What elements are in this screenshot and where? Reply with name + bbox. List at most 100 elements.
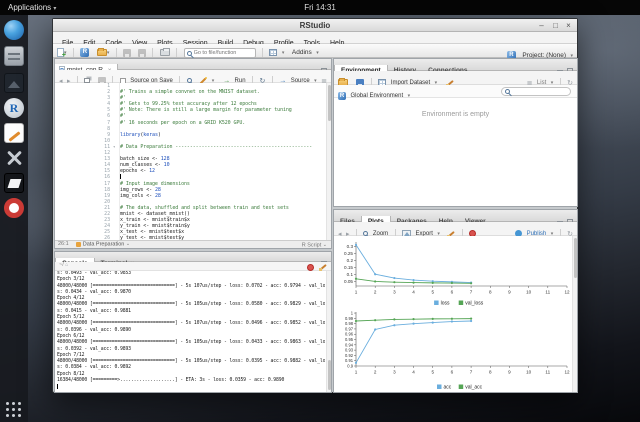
system-topbar: Applications ▾ Fri 14:31 xyxy=(0,0,640,15)
svg-text:9: 9 xyxy=(508,290,511,295)
r-app-icon[interactable]: R xyxy=(4,98,24,118)
console-pane: ConsoleTerminal× ~/ ⌂ s: 0.0493 - val_ac… xyxy=(54,251,332,393)
svg-text:2: 2 xyxy=(374,370,377,375)
menu-bar: FileEditCodeViewPlotsSessionBuildDebugPr… xyxy=(53,32,577,44)
svg-text:5: 5 xyxy=(431,370,434,375)
svg-text:3: 3 xyxy=(393,370,396,375)
editor-statusbar: 26:1 Data Preparation ⌄ R Script ⌄ xyxy=(55,240,331,248)
window-titlebar[interactable]: RStudio – □ × xyxy=(53,19,577,32)
chevron-down-icon[interactable]: ▾ xyxy=(107,50,110,56)
divider xyxy=(176,48,177,57)
svg-text:3: 3 xyxy=(393,290,396,295)
plots-tabbar: FilesPlotsPackagesHelpViewer xyxy=(334,210,577,222)
search-icon xyxy=(505,89,510,94)
svg-text:acc: acc xyxy=(444,385,452,391)
svg-text:0.97: 0.97 xyxy=(345,326,354,331)
environment-scope-row: R Global Environment ▾ xyxy=(334,85,577,98)
text-editor-icon[interactable] xyxy=(4,123,24,143)
goto-file-function-input[interactable] xyxy=(194,49,254,57)
console-output[interactable]: s: 0.0493 - val_acc: 0.9853Epoch 3/12480… xyxy=(57,271,325,390)
plot-display-area: 0.050.10.150.20.250.3123456789101112loss… xyxy=(334,236,577,392)
image-viewer-icon[interactable] xyxy=(4,73,24,93)
svg-text:val_acc: val_acc xyxy=(465,385,482,391)
text-cursor xyxy=(120,174,121,179)
svg-text:0.98: 0.98 xyxy=(345,321,354,326)
svg-text:1: 1 xyxy=(355,290,358,295)
rstudio-window: RStudio – □ × FileEditCodeViewPlotsSessi… xyxy=(52,18,578,393)
svg-text:10: 10 xyxy=(526,370,532,375)
svg-text:8: 8 xyxy=(489,290,492,295)
tools-icon[interactable] xyxy=(4,148,24,168)
system-clock[interactable]: Fri 14:31 xyxy=(0,3,640,12)
open-folder-arrow-icon[interactable]: ⌂ xyxy=(65,262,68,268)
svg-text:7: 7 xyxy=(470,290,473,295)
section-icon xyxy=(76,242,81,247)
environment-tabbar: EnvironmentHistoryConnections xyxy=(334,59,577,71)
divider xyxy=(152,48,153,57)
global-env-icon: R xyxy=(338,92,346,100)
svg-text:11: 11 xyxy=(545,370,550,375)
svg-text:6: 6 xyxy=(451,290,454,295)
gutter-divider xyxy=(119,83,120,240)
chevron-down-icon[interactable]: ▾ xyxy=(408,93,411,99)
svg-text:1: 1 xyxy=(351,311,354,316)
lifebuoy-icon[interactable] xyxy=(4,198,24,218)
editor-toolbar: ◂ ▸ Source on Save ▾ → Run ↻ → Source ▾ … xyxy=(55,70,331,83)
svg-text:12: 12 xyxy=(564,370,570,375)
console-line: 48000/48000 [===========================… xyxy=(57,302,325,308)
chevron-down-icon[interactable]: ▾ xyxy=(282,50,285,56)
svg-text:0.99: 0.99 xyxy=(345,316,354,321)
print-icon[interactable] xyxy=(160,49,170,56)
clear-console-icon[interactable] xyxy=(319,263,327,271)
save-all-icon[interactable] xyxy=(138,49,146,57)
svg-text:val_loss: val_loss xyxy=(465,301,484,307)
goto-file-function-box[interactable] xyxy=(184,48,256,58)
addins-button[interactable]: Addins xyxy=(292,49,312,56)
svg-text:12: 12 xyxy=(564,290,570,295)
svg-text:0.9: 0.9 xyxy=(347,364,353,369)
save-icon[interactable] xyxy=(123,49,131,57)
environment-scope-selector[interactable]: Global Environment xyxy=(350,93,403,99)
plots-scrollbar[interactable] xyxy=(572,236,577,392)
interrupt-icon[interactable] xyxy=(307,264,314,271)
new-project-icon[interactable]: R xyxy=(80,48,89,57)
console-line: 48000/48000 [===========================… xyxy=(57,284,325,290)
divider xyxy=(262,48,263,57)
environment-search-box[interactable] xyxy=(501,87,571,96)
console-line: 48000/48000 [===========================… xyxy=(57,340,325,346)
console-header: ~/ ⌂ xyxy=(55,262,331,271)
chevron-down-icon: ⌄ xyxy=(126,241,130,247)
source-tabbar: R mnist_cnn.R × xyxy=(55,59,331,70)
open-file-icon[interactable] xyxy=(97,49,107,56)
svg-text:8: 8 xyxy=(489,370,492,375)
console-tabbar: ConsoleTerminal× xyxy=(55,252,331,262)
cursor-position: 26:1 xyxy=(58,241,69,247)
close-button[interactable]: × xyxy=(563,21,574,31)
svg-text:1: 1 xyxy=(355,370,358,375)
svg-text:loss: loss xyxy=(441,301,450,307)
file-manager-icon[interactable] xyxy=(4,46,24,66)
browser-icon[interactable] xyxy=(4,20,24,40)
minimize-button[interactable]: – xyxy=(536,21,547,31)
chevron-down-icon[interactable]: ▾ xyxy=(316,50,319,56)
svg-text:5: 5 xyxy=(431,290,434,295)
editor-content[interactable]: 1 2 #' Trains a simple convnet on the MN… xyxy=(55,83,331,240)
svg-text:7: 7 xyxy=(470,370,473,375)
contrast-app-icon[interactable] xyxy=(4,173,24,193)
environment-empty-message: Environment is empty xyxy=(334,111,577,118)
file-type-selector[interactable]: R Script ⌄ xyxy=(302,242,327,248)
console-scrollbar[interactable] xyxy=(326,271,331,392)
addins-grid-icon[interactable] xyxy=(269,49,277,56)
section-selector[interactable]: Data Preparation xyxy=(83,241,125,247)
editor-scrollbar[interactable] xyxy=(326,83,331,240)
working-directory[interactable]: ~/ xyxy=(59,262,64,268)
app-grid-icon[interactable] xyxy=(4,400,24,420)
svg-text:0.92: 0.92 xyxy=(345,353,354,358)
source-pane: R mnist_cnn.R × ◂ ▸ Source on Save ▾ → R… xyxy=(54,58,332,249)
window-title: RStudio xyxy=(53,19,577,32)
accuracy-chart: 0.90.910.920.930.940.950.960.970.980.991… xyxy=(336,308,572,392)
search-icon xyxy=(187,51,192,56)
new-file-icon[interactable] xyxy=(57,48,64,57)
maximize-button[interactable]: □ xyxy=(550,21,561,31)
console-line: 48000/48000 [===========================… xyxy=(57,321,325,327)
